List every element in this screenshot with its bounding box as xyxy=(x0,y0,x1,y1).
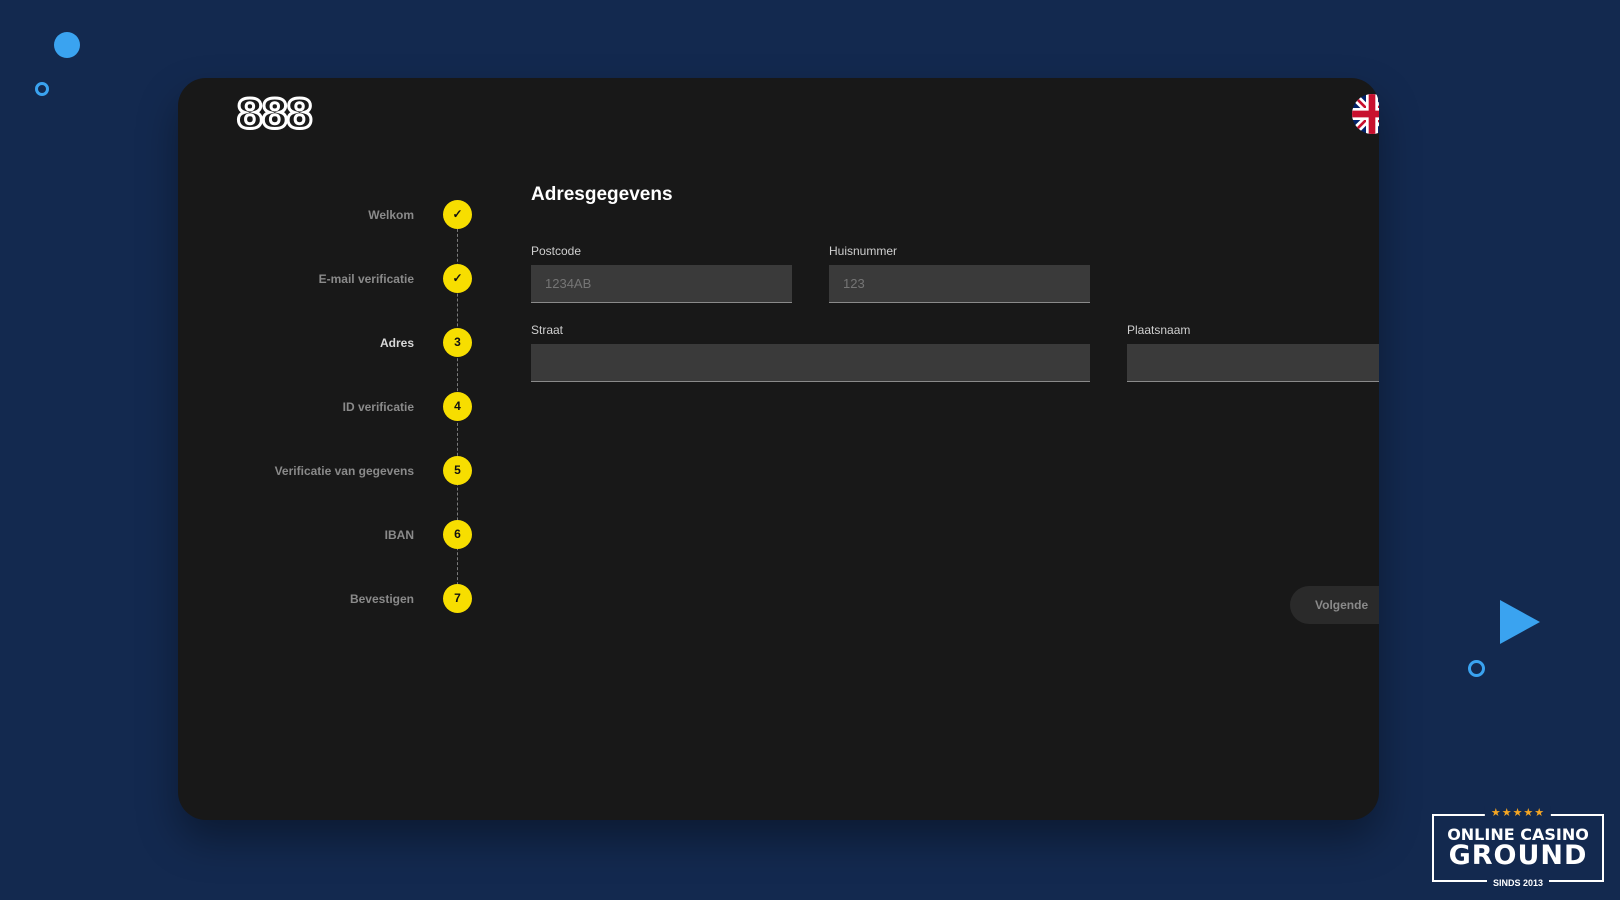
rating-stars-icon: ★★★★★ xyxy=(1484,806,1552,819)
step-number: 5 xyxy=(443,456,472,485)
form-title: Adresgegevens xyxy=(531,184,673,205)
huisnummer-label: Huisnummer xyxy=(829,244,898,258)
step-adres: Adres 3 xyxy=(178,328,478,358)
step-label: IBAN xyxy=(384,528,414,542)
next-button[interactable]: Volgende xyxy=(1290,586,1379,624)
step-number: 6 xyxy=(443,520,472,549)
step-number: 4 xyxy=(443,392,472,421)
brand-logo: 888 xyxy=(235,91,315,140)
uk-flag-icon xyxy=(1352,94,1379,134)
postcode-label: Postcode xyxy=(531,244,582,258)
step-number: 7 xyxy=(443,584,472,613)
step-label: Adres xyxy=(379,336,414,350)
step-welkom: Welkom ✓ xyxy=(178,200,478,230)
straat-input[interactable] xyxy=(531,344,1090,382)
step-label: E-mail verificatie xyxy=(318,272,414,286)
plaatsnaam-label: Plaatsnaam xyxy=(1127,323,1191,337)
decor-play-icon xyxy=(1500,600,1540,644)
step-number: 3 xyxy=(443,328,472,357)
step-check-icon: ✓ xyxy=(443,200,472,229)
step-label: Welkom xyxy=(368,208,414,222)
step-id-verificatie: ID verificatie 4 xyxy=(178,392,478,422)
step-iban: IBAN 6 xyxy=(178,520,478,550)
step-label: ID verificatie xyxy=(342,400,414,414)
step-bevestigen: Bevestigen 7 xyxy=(178,584,478,614)
huisnummer-input[interactable] xyxy=(829,265,1090,303)
language-selector[interactable] xyxy=(1352,94,1379,134)
straat-label: Straat xyxy=(531,323,564,337)
badge-line-2: GROUND xyxy=(1448,840,1588,871)
badge-line-3: SINDS 2013 xyxy=(1486,878,1550,888)
step-email-verificatie: E-mail verificatie ✓ xyxy=(178,264,478,294)
decor-ring xyxy=(1468,660,1485,677)
step-check-icon: ✓ xyxy=(443,264,472,293)
step-label: Verificatie van gegevens xyxy=(274,464,414,478)
casino-ground-badge: ★★★★★ ONLINE CASINO GROUND SINDS 2013 xyxy=(1432,806,1604,888)
step-label: Bevestigen xyxy=(349,592,414,606)
registration-window: 888 Welkom ✓ E-mail verificatie ✓ Adres … xyxy=(178,78,1379,820)
decor-dot xyxy=(54,32,80,58)
step-verificatie-van-gegevens: Verificatie van gegevens 5 xyxy=(178,456,478,486)
plaatsnaam-input[interactable] xyxy=(1127,344,1379,382)
decor-ring xyxy=(35,82,49,96)
postcode-input[interactable] xyxy=(531,265,792,303)
